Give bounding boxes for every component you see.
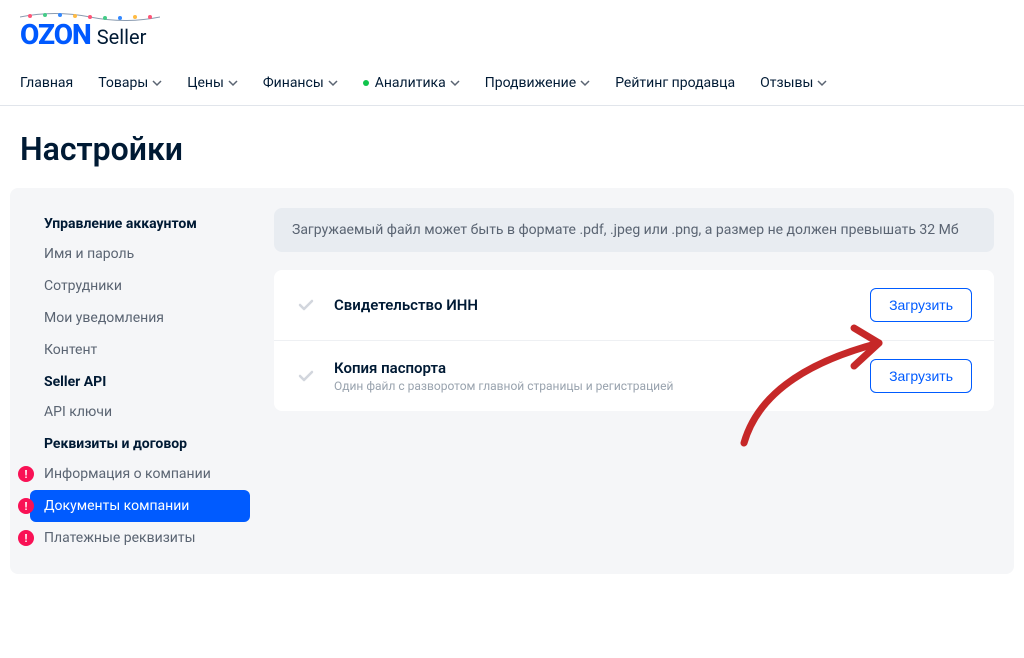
- upload-button[interactable]: Загрузить: [870, 359, 972, 393]
- nav-item-3[interactable]: Финансы: [263, 75, 338, 91]
- sidebar-item-label: API ключи: [44, 404, 112, 420]
- garland-decoration: [20, 12, 160, 22]
- alert-icon: !: [18, 530, 34, 546]
- logo-ozon: OZON: [20, 18, 91, 51]
- upload-list: Свидетельство ИНН Загрузить Копия паспорта…: [274, 270, 994, 411]
- upload-row: Копия паспорта Один файл с разворотом гла…: [274, 341, 994, 411]
- alert-icon: !: [18, 498, 34, 514]
- chevron-down-icon: [228, 78, 238, 88]
- nav-label: Рейтинг продавца: [615, 75, 735, 91]
- info-banner: Загружаемый файл может быть в формате .p…: [274, 208, 994, 252]
- content-wrap: Управление аккаунтом Имя и пароль Сотрудни…: [10, 188, 1014, 574]
- sidebar-item[interactable]: Имя и пароль: [30, 238, 250, 270]
- chevron-down-icon: [580, 78, 590, 88]
- nav-dot-icon: [363, 80, 369, 86]
- nav-label: Отзывы: [760, 75, 813, 91]
- nav-item-2[interactable]: Цены: [187, 75, 238, 91]
- chevron-down-icon: [450, 78, 460, 88]
- alert-icon: !: [18, 466, 34, 482]
- logo[interactable]: OZON Seller: [20, 18, 1004, 51]
- sidebar-item[interactable]: !Информация о компании: [30, 458, 250, 490]
- upload-info: Копия паспорта Один файл с разворотом гла…: [334, 359, 852, 393]
- settings-sidebar: Управление аккаунтом Имя и пароль Сотрудни…: [30, 208, 250, 554]
- sidebar-item-label: Сотрудники: [44, 278, 122, 294]
- sidebar-group-title: Управление аккаунтом: [30, 208, 250, 238]
- nav-item-6[interactable]: Рейтинг продавца: [615, 75, 735, 91]
- nav-item-5[interactable]: Продвижение: [485, 75, 590, 91]
- sidebar-item-label: Имя и пароль: [44, 246, 134, 262]
- sidebar-item[interactable]: API ключи: [30, 396, 250, 428]
- check-icon: [296, 366, 316, 386]
- upload-info: Свидетельство ИНН: [334, 296, 852, 314]
- nav-label: Финансы: [263, 75, 324, 91]
- sidebar-item[interactable]: !Документы компании: [30, 490, 250, 522]
- nav-label: Главная: [20, 75, 73, 91]
- sidebar-item[interactable]: Мои уведомления: [30, 302, 250, 334]
- main-nav: Главная Товары Цены Финансы Аналитика Продвиж…: [0, 61, 1024, 106]
- upload-subtitle: Один файл с разворотом главной страницы …: [334, 379, 852, 393]
- chevron-down-icon: [817, 78, 827, 88]
- main-content: Загружаемый файл может быть в формате .p…: [274, 208, 994, 411]
- nav-label: Аналитика: [375, 75, 446, 91]
- nav-label: Цены: [187, 75, 224, 91]
- sidebar-item[interactable]: !Платежные реквизиты: [30, 522, 250, 554]
- sidebar-item-label: Информация о компании: [44, 466, 211, 482]
- nav-item-1[interactable]: Товары: [98, 75, 162, 91]
- sidebar-group-title: Seller API: [30, 366, 250, 396]
- nav-label: Продвижение: [485, 75, 576, 91]
- check-icon: [296, 295, 316, 315]
- nav-item-0[interactable]: Главная: [20, 75, 73, 91]
- logo-seller-text: Seller: [97, 25, 147, 49]
- page-title: Настройки: [0, 106, 1024, 188]
- nav-label: Товары: [98, 75, 148, 91]
- nav-item-7[interactable]: Отзывы: [760, 75, 827, 91]
- sidebar-item-label: Документы компании: [44, 498, 189, 514]
- sidebar-item-label: Платежные реквизиты: [44, 530, 196, 546]
- upload-title: Копия паспорта: [334, 359, 852, 377]
- sidebar-group-title: Реквизиты и договор: [30, 428, 250, 458]
- sidebar-item[interactable]: Сотрудники: [30, 270, 250, 302]
- sidebar-item[interactable]: Контент: [30, 334, 250, 366]
- chevron-down-icon: [328, 78, 338, 88]
- upload-row: Свидетельство ИНН Загрузить: [274, 270, 994, 341]
- nav-item-4[interactable]: Аналитика: [363, 75, 460, 91]
- sidebar-item-label: Контент: [44, 342, 97, 358]
- upload-title: Свидетельство ИНН: [334, 296, 852, 314]
- chevron-down-icon: [152, 78, 162, 88]
- sidebar-item-label: Мои уведомления: [44, 310, 164, 326]
- upload-button[interactable]: Загрузить: [870, 288, 972, 322]
